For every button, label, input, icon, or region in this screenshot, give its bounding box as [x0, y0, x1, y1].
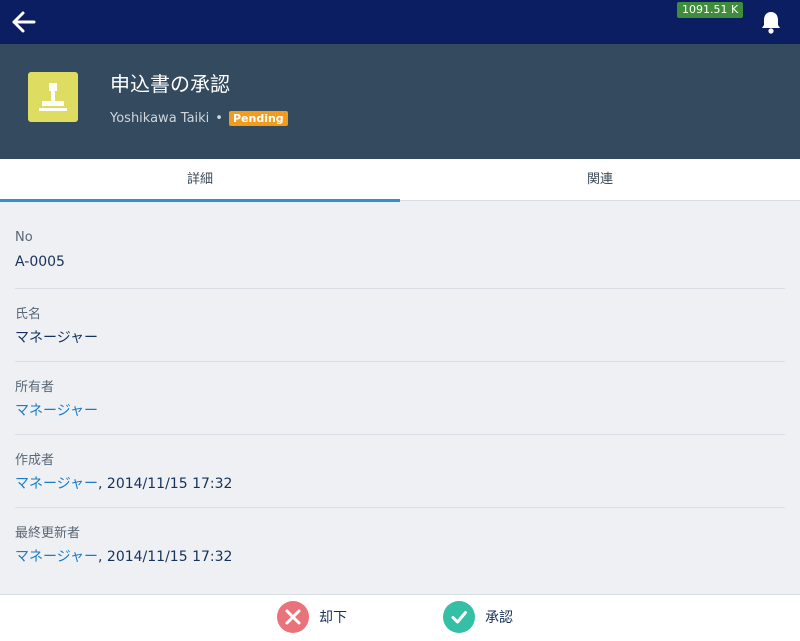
reject-button[interactable]: 却下 [277, 599, 347, 635]
field-no: No A-0005 [15, 216, 785, 289]
top-nav-bar: 1091.51 K [0, 0, 800, 44]
separator-dot: • [215, 111, 223, 126]
owner-user-link[interactable]: マネージャー [15, 403, 98, 419]
status-badge: Pending [228, 111, 288, 126]
record-header: 申込書の承認 Yoshikawa Taiki • Pending [0, 44, 800, 159]
reject-label: 却下 [319, 610, 347, 626]
memory-badge: 1091.51 K [677, 2, 744, 18]
approve-label: 承認 [485, 610, 513, 626]
field-label-no: No [15, 230, 33, 245]
field-label-name: 氏名 [15, 307, 42, 322]
field-modified-by: 最終更新者 マネージャー, 2014/11/15 17:32 [15, 508, 785, 581]
record-title: 申込書の承認 [110, 72, 230, 96]
field-value-name: マネージャー [15, 330, 99, 346]
tab-details[interactable]: 詳細 [0, 159, 400, 202]
record-owner-name: Yoshikawa Taiki [110, 111, 210, 126]
created-date: , 2014/11/15 17:32 [98, 476, 233, 492]
created-by-user-link[interactable]: マネージャー [15, 476, 98, 492]
field-created-by: 作成者 マネージャー, 2014/11/15 17:32 [15, 435, 785, 508]
stamp-icon [28, 72, 78, 122]
record-subtitle: Yoshikawa Taiki • Pending [110, 111, 288, 126]
modified-by-user-link[interactable]: マネージャー [15, 549, 98, 565]
field-name: 氏名 マネージャー [15, 289, 785, 362]
detail-fields: No A-0005 氏名 マネージャー 所有者 マネージャー 作成者 マネージャ… [15, 216, 785, 581]
back-arrow-icon[interactable] [10, 8, 38, 36]
approve-button[interactable]: 承認 [443, 599, 513, 635]
bell-icon[interactable] [759, 9, 783, 35]
tab-bar: 詳細 関連 [0, 159, 800, 202]
close-icon [277, 601, 309, 633]
modified-date: , 2014/11/15 17:32 [98, 549, 233, 565]
field-label-owner: 所有者 [15, 380, 55, 395]
action-footer: 却下 承認 [0, 594, 800, 641]
field-label-created-by: 作成者 [15, 453, 55, 468]
tab-related[interactable]: 関連 [400, 159, 800, 201]
field-owner: 所有者 マネージャー [15, 362, 785, 435]
field-value-no: A-0005 [15, 254, 65, 270]
check-icon [443, 601, 475, 633]
field-label-modified-by: 最終更新者 [15, 526, 81, 541]
